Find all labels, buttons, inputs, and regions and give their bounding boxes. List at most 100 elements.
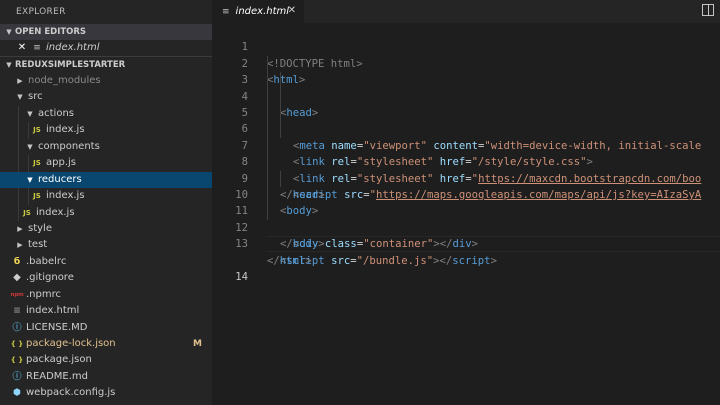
tree-label: components xyxy=(38,140,100,152)
indent-guide xyxy=(280,104,281,122)
code-line: 3 <head> xyxy=(212,55,720,119)
indent-guide xyxy=(267,55,268,73)
open-editor-name: index.html xyxy=(46,42,100,53)
explorer-title: EXPLORER xyxy=(16,7,66,17)
indent-guide xyxy=(28,122,29,139)
js-file-icon: JS xyxy=(33,192,41,201)
tree-folder-style[interactable]: ▶ style xyxy=(0,221,212,237)
code-line: 8 </head> xyxy=(212,137,720,201)
close-icon[interactable]: ✕ xyxy=(288,5,296,16)
chevron-down-icon: ▼ xyxy=(27,142,33,151)
indent-guide xyxy=(280,72,281,89)
project-label: REDUXSIMPLESTARTER xyxy=(15,60,126,70)
line-number: 14 xyxy=(235,270,248,283)
indent-guide xyxy=(267,203,268,220)
chevron-down-icon: ▼ xyxy=(6,28,12,36)
file-tree: ▶ node_modules ▼ src ▼ actions JS index.… xyxy=(0,73,212,402)
file-lines-icon: ≡ xyxy=(222,6,230,17)
open-editors-header[interactable]: ▼ OPEN EDITORS xyxy=(0,24,212,40)
indent-guide xyxy=(18,138,19,156)
tab-bar: ≡ index.html ✕ xyxy=(212,0,720,23)
tag: html xyxy=(279,254,306,267)
indent-guide xyxy=(28,155,29,172)
chevron-right-icon: ▶ xyxy=(17,77,23,85)
chevron-right-icon: ▶ xyxy=(17,241,23,250)
code-line: 2 <html> xyxy=(212,39,720,86)
indent-guide xyxy=(18,188,19,205)
code-line: 6 <link rel="stylesheet" href="https://m… xyxy=(212,104,720,185)
indent-guide xyxy=(267,154,268,171)
tree-label: reducers xyxy=(38,173,82,185)
indent-guide xyxy=(280,170,281,187)
explorer-sidebar: EXPLORER ▼ OPEN EDITORS ✕ ≡ index.html ▼… xyxy=(0,0,212,405)
tree-file-package-lock[interactable]: { } package-lock.json M xyxy=(0,336,212,352)
modified-badge: M xyxy=(193,339,202,349)
js-file-icon: JS xyxy=(23,208,31,217)
tree-label: actions xyxy=(38,107,74,119)
tree-folder-node-modules[interactable]: ▶ node_modules xyxy=(0,73,212,89)
string: "/bundle.js" xyxy=(356,254,434,267)
tree-file-license[interactable]: ⓘ LICENSE.MD xyxy=(0,320,212,336)
tree-label: .npmrc xyxy=(26,288,61,300)
punct: ></ xyxy=(433,254,453,267)
tree-file-readme[interactable]: ⓘ README.md xyxy=(0,369,212,385)
open-editor-item[interactable]: ✕ ≡ index.html xyxy=(0,40,212,56)
split-editor-icon[interactable] xyxy=(702,4,714,16)
tree-label: node_modules xyxy=(28,75,101,86)
indent-guide xyxy=(267,170,268,187)
info-icon: ⓘ xyxy=(12,322,22,333)
line-text: <script src="/bundle.js"></script> xyxy=(280,253,497,269)
tree-file-webpack[interactable]: ⬢ webpack.config.js xyxy=(0,385,212,401)
current-line-highlight xyxy=(266,236,720,253)
editor-area: ≡ index.html ✕ 1 <!DOCTYPE html> 2 <html… xyxy=(212,0,720,405)
chevron-down-icon: ▼ xyxy=(27,175,33,184)
tree-file-npmrc[interactable]: npm .npmrc xyxy=(0,287,212,303)
tree-file-reducers-index[interactable]: JS index.js xyxy=(0,188,212,205)
chevron-down-icon: ▼ xyxy=(17,93,23,102)
indent-guide xyxy=(18,122,19,139)
tree-file-src-index[interactable]: JS index.js xyxy=(0,204,212,221)
indent-guide xyxy=(267,137,268,155)
tree-label: package.json xyxy=(26,354,92,366)
indent-guide xyxy=(267,121,268,138)
close-icon[interactable]: ✕ xyxy=(16,40,28,56)
line-text: </html> xyxy=(267,253,312,269)
indent-guide xyxy=(267,186,268,204)
tree-folder-actions[interactable]: ▼ actions xyxy=(0,105,212,123)
code-line: 4 <meta name="viewport" content="width=d… xyxy=(212,72,720,152)
tree-folder-src[interactable]: ▼ src xyxy=(0,89,212,105)
babel-icon: б xyxy=(13,256,21,267)
info-icon: ⓘ xyxy=(12,371,22,382)
file-lines-icon: ≡ xyxy=(33,43,41,53)
js-file-icon: JS xyxy=(33,126,41,135)
npm-icon: npm xyxy=(10,291,24,298)
indent-guide xyxy=(280,88,281,105)
tree-file-actions-index[interactable]: JS index.js xyxy=(0,122,212,139)
json-file-icon: { } xyxy=(10,356,24,365)
punct: > xyxy=(490,254,497,267)
indent-guide xyxy=(28,188,29,205)
tab-index-html[interactable]: ≡ index.html ✕ xyxy=(212,0,304,23)
indent-guide xyxy=(267,88,268,105)
project-header[interactable]: ▼ REDUXSIMPLESTARTER xyxy=(0,56,212,73)
tree-label: index.js xyxy=(46,124,85,136)
code-line: 1 <!DOCTYPE html> xyxy=(212,23,720,69)
tree-file-app[interactable]: JS app.js xyxy=(0,155,212,172)
tree-file-index-html[interactable]: ≡ index.html xyxy=(0,303,212,319)
code-line: 10 <div class="container"></div> xyxy=(212,170,720,250)
tree-folder-reducers[interactable]: ▼ reducers xyxy=(0,171,212,189)
tree-file-gitignore[interactable]: ◆ .gitignore xyxy=(0,270,212,286)
indent-guide xyxy=(280,121,281,138)
punct: </ xyxy=(267,254,280,267)
json-file-icon: { } xyxy=(10,340,24,348)
tree-label: .gitignore xyxy=(26,272,74,284)
code-line: 5 <link rel="stylesheet" href="/style/st… xyxy=(212,88,720,168)
tree-folder-test[interactable]: ▶ test xyxy=(0,237,212,253)
tag: script xyxy=(452,254,491,267)
tree-folder-components[interactable]: ▼ components xyxy=(0,138,212,156)
tree-file-package-json[interactable]: { } package.json xyxy=(0,352,212,368)
code-line: 7 <script src="https://maps.googleapis.c… xyxy=(212,121,720,201)
tree-file-babelrc[interactable]: б .babelrc xyxy=(0,254,212,270)
js-file-icon: JS xyxy=(33,159,41,168)
code-view[interactable]: 1 <!DOCTYPE html> 2 <html> 3 <head> 4 <m… xyxy=(212,23,720,405)
